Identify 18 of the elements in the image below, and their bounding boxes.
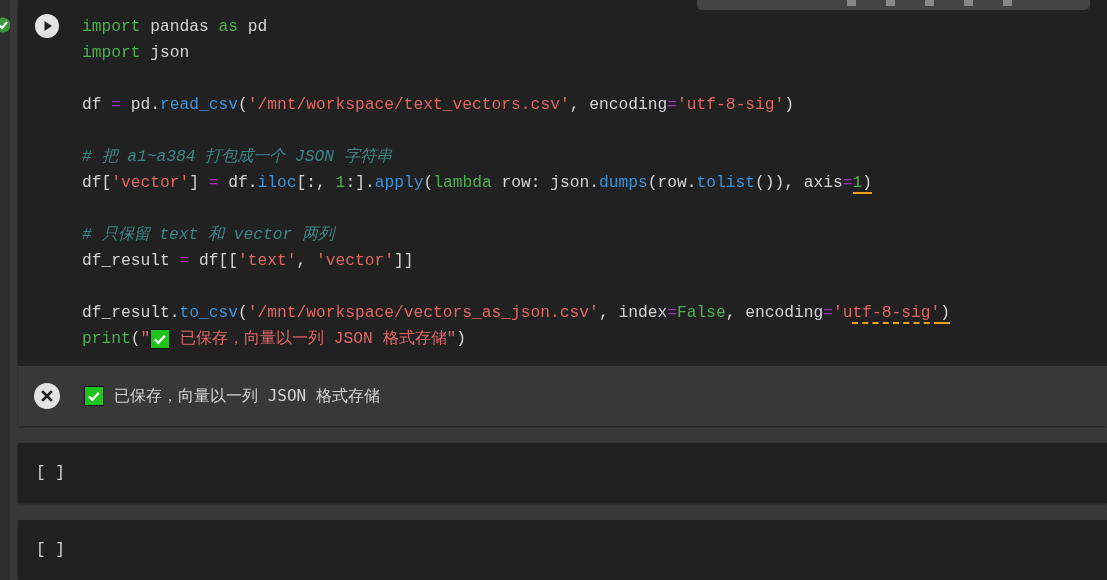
cell-prompt: [ ] [36,541,65,559]
code-line: df['vector'] = df.iloc[:, 1:].apply(lambda row: json.dumps(row.tolist()), axis=1) [82,172,873,196]
code-line: import pandas as pd [82,16,268,38]
code-line: print(" [82,328,151,350]
output-text: 已保存，向量以一列 JSON 格式存储 [114,385,380,407]
code-line: 已保存，向量以一列 JSON 格式存储") [179,328,467,350]
code-line: df = pd.read_csv('/mnt/workspace/text_vectors.csv', encoding='utf-8-sig') [82,94,794,116]
code-line: # 把 a1~a384 打包成一个 JSON 字符串 [82,146,392,168]
code-line: df_result = df[['text', 'vector']] [82,250,414,272]
code-line: df_result.to_csv('/mnt/workspace/vectors_as_json.csv', index=False, encoding='utf-8-sig') [82,302,950,326]
code-line: # 只保留 text 和 vector 两列 [82,224,335,246]
clear-output-icon[interactable] [34,383,60,409]
status-check-icon [0,15,10,35]
cell-prompt: [ ] [36,464,65,482]
code-line: import json [82,42,190,64]
run-button[interactable] [35,14,59,38]
checkbox-icon [150,329,171,349]
checkbox-icon [84,386,104,406]
